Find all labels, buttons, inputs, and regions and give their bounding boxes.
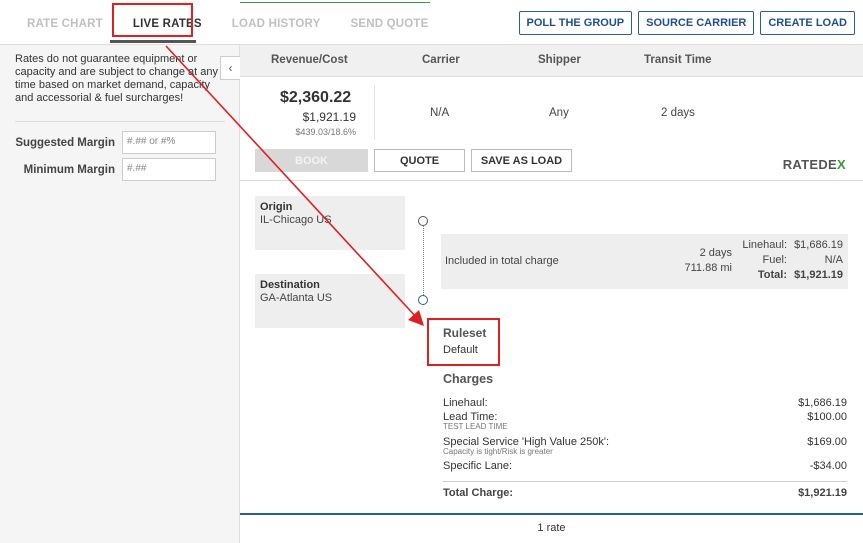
suggested-margin-input[interactable]: #.## or #% bbox=[122, 131, 216, 154]
poll-the-group-button[interactable]: POLL THE GROUP bbox=[518, 11, 633, 35]
left-panel: Rates do not guarantee equipment or capa… bbox=[0, 44, 240, 543]
minimum-margin-row: Minimum Margin #.## bbox=[0, 158, 216, 181]
carrier-value: N/A bbox=[430, 107, 450, 119]
quote-button[interactable]: QUOTE bbox=[374, 149, 465, 172]
charge-summary: Included in total charge 2 days 711.88 m… bbox=[441, 234, 848, 289]
price-divider bbox=[374, 85, 375, 140]
origin-value: IL-Chicago US bbox=[260, 214, 332, 226]
active-tab-indicator bbox=[110, 40, 196, 43]
minimum-margin-input[interactable]: #.## bbox=[122, 158, 216, 181]
rate-count: 1 rate bbox=[537, 522, 566, 534]
destination-node-icon bbox=[418, 295, 428, 305]
header-revenue-cost: Revenue/Cost bbox=[271, 54, 348, 66]
header-shipper: Shipper bbox=[538, 54, 581, 66]
revenue-value: $2,360.22 bbox=[280, 89, 352, 106]
results-footer-line bbox=[240, 513, 863, 515]
included-text: Included in total charge bbox=[445, 255, 559, 267]
transit-value: 2 days bbox=[661, 107, 695, 119]
source-carrier-button[interactable]: SOURCE CARRIER bbox=[638, 11, 755, 35]
tab-load-history[interactable]: LOAD HISTORY bbox=[217, 14, 336, 34]
margin-value: $439.03/18.6% bbox=[295, 127, 356, 137]
shipper-value: Any bbox=[549, 107, 569, 119]
origin-node-icon bbox=[418, 216, 428, 226]
header-transit-time: Transit Time bbox=[644, 54, 712, 66]
total-charge-row: Total Charge: $1,921.19 bbox=[443, 487, 847, 499]
chevron-left-icon: ‹ bbox=[228, 61, 233, 75]
origin-label: Origin bbox=[260, 201, 293, 213]
rate-disclaimer: Rates do not guarantee equipment or capa… bbox=[15, 53, 219, 104]
charges-title: Charges bbox=[443, 372, 494, 386]
destination-label: Destination bbox=[260, 279, 320, 291]
tab-bar: RATE CHART LIVE RATES LOAD HISTORY SEND … bbox=[12, 14, 444, 34]
left-divider bbox=[15, 121, 225, 122]
ruleset-box: Ruleset Default bbox=[427, 318, 500, 366]
suggested-margin-label: Suggested Margin bbox=[15, 136, 115, 149]
rate-result-panel: Revenue/Cost Carrier Shipper Transit Tim… bbox=[240, 44, 863, 543]
book-button[interactable]: BOOK bbox=[255, 149, 368, 172]
origin-box: Origin IL-Chicago US bbox=[255, 196, 405, 250]
ratedex-logo: RATEDEX bbox=[782, 157, 846, 172]
route-line bbox=[423, 226, 424, 297]
suggested-margin-row: Suggested Margin #.## or #% bbox=[0, 131, 216, 154]
section-divider bbox=[240, 180, 863, 181]
tab-send-quote[interactable]: SEND QUOTE bbox=[335, 14, 443, 34]
top-actions: POLL THE GROUP SOURCE CARRIER CREATE LOA… bbox=[518, 11, 855, 35]
ruleset-value: Default bbox=[443, 344, 478, 356]
create-load-button[interactable]: CREATE LOAD bbox=[760, 11, 855, 35]
minimum-margin-label: Minimum Margin bbox=[23, 163, 115, 176]
destination-box: Destination GA-Atlanta US bbox=[255, 274, 405, 328]
collapse-panel-button[interactable]: ‹ bbox=[220, 56, 240, 80]
destination-value: GA-Atlanta US bbox=[260, 292, 333, 304]
header-carrier: Carrier bbox=[422, 54, 460, 66]
annotation-highlight-tab bbox=[112, 3, 193, 37]
tab-rate-chart[interactable]: RATE CHART bbox=[12, 14, 118, 34]
ruleset-label: Ruleset bbox=[443, 326, 487, 340]
cost-value: $1,921.19 bbox=[302, 110, 356, 124]
charges-divider bbox=[443, 481, 847, 482]
transit-distance: 2 days 711.88 mi bbox=[684, 247, 733, 274]
summary-lines: Linehaul: $1,686.19 Fuel: N/A Total: $1,921… bbox=[742, 239, 843, 281]
save-as-load-button[interactable]: SAVE AS LOAD bbox=[471, 149, 572, 172]
column-headers: Revenue/Cost Carrier Shipper Transit Tim… bbox=[240, 45, 863, 77]
top-accent-line bbox=[240, 2, 430, 3]
